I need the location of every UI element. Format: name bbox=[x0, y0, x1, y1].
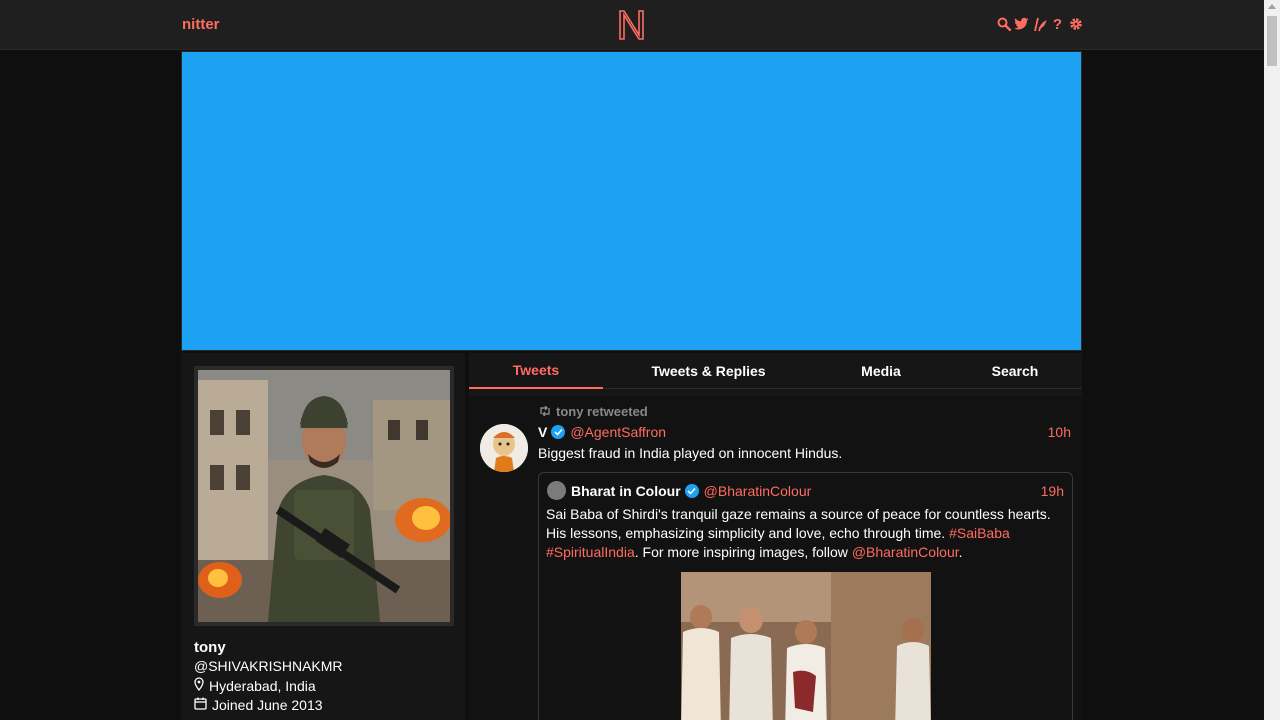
avatar-photo bbox=[198, 370, 450, 622]
joined-text: Joined June 2013 bbox=[212, 697, 323, 713]
quote-fullname[interactable]: Bharat in Colour bbox=[571, 483, 681, 499]
navbar: nitter ? bbox=[0, 0, 1264, 50]
nitter-logo-icon[interactable] bbox=[617, 9, 646, 41]
quote-text-part: . bbox=[958, 544, 963, 560]
quote-text-part: . For more inspiring images, follow bbox=[634, 544, 852, 560]
retweet-icon bbox=[538, 404, 552, 419]
tab-tweets[interactable]: Tweets bbox=[469, 353, 603, 389]
timeline-tabs: Tweets Tweets & Replies Media Search bbox=[469, 353, 1082, 389]
tweet-fullname[interactable]: V bbox=[538, 424, 547, 440]
tab-tweets-replies[interactable]: Tweets & Replies bbox=[603, 353, 814, 389]
tweet-date[interactable]: 10h bbox=[1048, 424, 1071, 440]
timeline-item[interactable]: tony retweeted V @AgentSaffron 10h Bigge… bbox=[469, 396, 1082, 720]
profile-name[interactable]: tony bbox=[194, 639, 226, 656]
verified-icon bbox=[684, 483, 699, 498]
mention-link[interactable]: @BharatinColour bbox=[852, 544, 959, 560]
hashtag-link[interactable]: #SpiritualIndia bbox=[546, 544, 635, 560]
scroll-thumb[interactable] bbox=[1267, 16, 1277, 66]
profile-joined: Joined June 2013 bbox=[194, 697, 323, 713]
tab-media[interactable]: Media bbox=[814, 353, 948, 389]
page-scrollbar[interactable] bbox=[1264, 0, 1280, 720]
tab-search[interactable]: Search bbox=[948, 353, 1082, 389]
quote-image[interactable] bbox=[681, 572, 931, 720]
verified-icon bbox=[551, 425, 566, 439]
brand-link[interactable]: nitter bbox=[182, 16, 220, 33]
quote-avatar[interactable] bbox=[547, 481, 566, 500]
quote-text: Sai Baba of Shirdi's tranquil gaze remai… bbox=[546, 505, 1061, 562]
location-pin-icon bbox=[194, 677, 204, 694]
nav-icons: ? bbox=[996, 15, 1083, 33]
profile-location: Hyderabad, India bbox=[194, 677, 316, 694]
calendar-icon bbox=[194, 697, 207, 713]
tweet-avatar[interactable] bbox=[480, 424, 528, 472]
profile-avatar[interactable] bbox=[194, 366, 454, 626]
quote-date[interactable]: 19h bbox=[1041, 483, 1064, 499]
settings-icon[interactable] bbox=[1068, 15, 1083, 33]
tweet-username[interactable]: @AgentSaffron bbox=[570, 424, 666, 440]
twitter-icon[interactable] bbox=[1014, 15, 1029, 33]
tweet-header: V @AgentSaffron 10h bbox=[538, 424, 1071, 440]
help-icon[interactable]: ? bbox=[1050, 15, 1065, 33]
profile-banner[interactable] bbox=[181, 51, 1082, 351]
quote-username[interactable]: @BharatinColour bbox=[704, 483, 812, 499]
profile-handle[interactable]: @SHIVAKRISHNAKMR bbox=[194, 658, 343, 674]
retweet-label: tony retweeted bbox=[556, 404, 648, 419]
scroll-up-icon[interactable] bbox=[1268, 4, 1276, 9]
location-text: Hyderabad, India bbox=[209, 677, 316, 694]
tweet-text: Biggest fraud in India played on innocen… bbox=[538, 445, 843, 461]
quote-header: Bharat in Colour @BharatinColour 19h bbox=[547, 481, 1064, 500]
retweet-header: tony retweeted bbox=[538, 404, 648, 419]
hashtag-link[interactable]: #SaiBaba bbox=[949, 525, 1010, 541]
profile-card: tony @SHIVAKRISHNAKMR Hyderabad, India J… bbox=[181, 353, 465, 720]
search-icon[interactable] bbox=[996, 15, 1011, 33]
timeline: Tweets Tweets & Replies Media Search ton… bbox=[469, 353, 1082, 720]
quoted-tweet[interactable]: Bharat in Colour @BharatinColour 19h Sai… bbox=[538, 472, 1073, 720]
rss-icon[interactable] bbox=[1032, 15, 1047, 33]
